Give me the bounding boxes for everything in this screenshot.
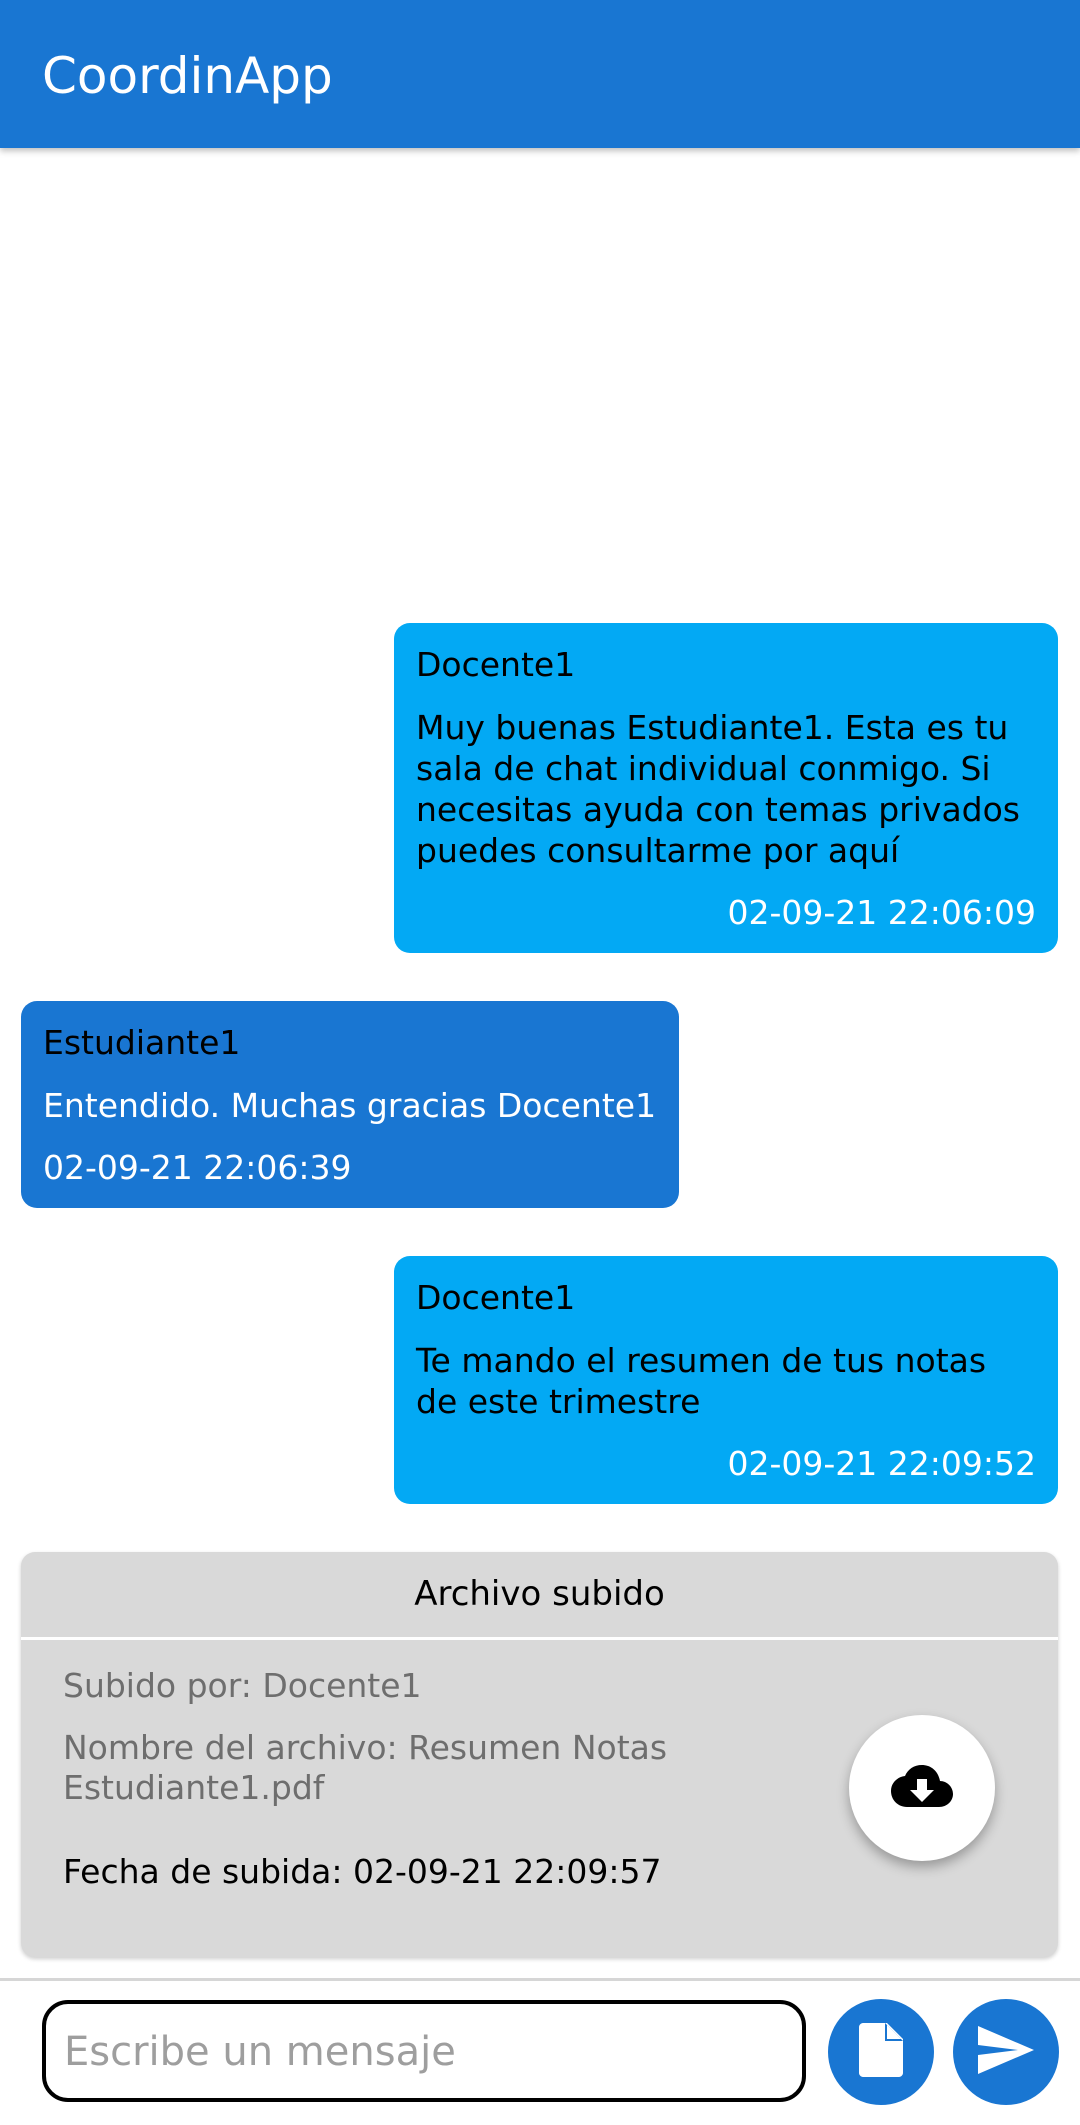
file-icon (859, 2023, 903, 2081)
message-time: 02-09-21 22:06:39 (43, 1148, 352, 1187)
send-button[interactable] (953, 1999, 1059, 2105)
message-sender: Estudiante1 (43, 1023, 241, 1062)
attach-file-button[interactable] (828, 1999, 934, 2105)
file-uploaded-by: Subido por: Docente1 (63, 1666, 422, 1705)
composer-divider (0, 1978, 1080, 1981)
message-sender: Docente1 (416, 645, 576, 684)
download-file-button[interactable] (849, 1715, 995, 1861)
cloud-download-icon (890, 1763, 954, 1813)
app-title: CoordinApp (42, 47, 333, 105)
message-input[interactable] (62, 2004, 786, 2100)
message-sender: Docente1 (416, 1278, 576, 1317)
file-card-header: Archivo subido (21, 1552, 1058, 1640)
app-bar: CoordinApp (0, 0, 1080, 148)
message-time: 02-09-21 22:09:52 (727, 1444, 1037, 1483)
message-bubble: Docente1 Te mando el resumen de tus nota… (394, 1256, 1058, 1504)
message-text: Entendido. Muchas gracias Docente1 (43, 1086, 657, 1125)
message-bubble: Docente1 Muy buenas Estudiante1. Esta es… (394, 623, 1058, 953)
message-bubble: Estudiante1 Entendido. Muchas gracias Do… (21, 1001, 679, 1208)
message-input-container (42, 2000, 806, 2102)
file-name: Nombre del archivo: Resumen Notas Estudi… (63, 1728, 668, 1807)
message-text: Te mando el resumen de tus notas de este… (416, 1341, 987, 1421)
file-upload-date: Fecha de subida: 02-09-21 22:09:57 (63, 1852, 662, 1891)
send-icon (978, 2026, 1034, 2078)
message-time: 02-09-21 22:06:09 (727, 893, 1037, 932)
message-text: Muy buenas Estudiante1. Esta es tu sala … (416, 708, 1020, 870)
